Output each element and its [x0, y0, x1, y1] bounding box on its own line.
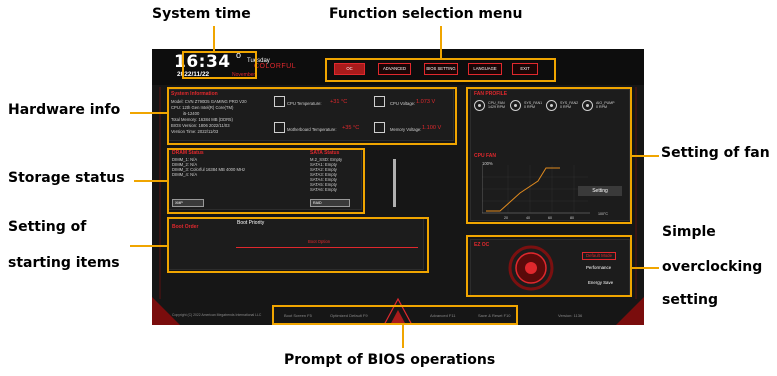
callout-system-time: System time — [152, 6, 251, 22]
callout-setting-starting-items-2: starting items — [8, 255, 120, 271]
footer-version: Version: 1136 — [558, 313, 583, 318]
highlight-hardware-info — [167, 87, 457, 145]
connector-oc — [632, 267, 659, 269]
connector-function-menu — [440, 26, 442, 58]
brand-logo: COLORFUL — [254, 63, 297, 70]
footer-copyright: Copyright (C) 2022 American Megatrends I… — [172, 313, 262, 317]
connector-system-time — [213, 26, 215, 51]
highlight-bios-prompt — [272, 305, 518, 325]
callout-hardware-info: Hardware info — [8, 102, 121, 118]
callout-setting-of-fan: Setting of fan — [661, 145, 770, 161]
callout-simple-oc-2: overclocking — [662, 259, 763, 275]
scrollbar[interactable] — [393, 159, 396, 207]
connector-fan — [632, 155, 659, 157]
highlight-system-time — [182, 51, 257, 79]
callout-simple-oc-3: setting — [662, 292, 718, 308]
callout-simple-oc-1: Simple — [662, 224, 716, 240]
callout-function-menu: Function selection menu — [329, 6, 523, 22]
callout-setting-starting-items-1: Setting of — [8, 219, 87, 235]
highlight-storage-status — [167, 148, 365, 214]
connector-starting-items — [130, 245, 167, 247]
callout-bios-prompt: Prompt of BIOS operations — [284, 352, 496, 368]
highlight-starting-items — [167, 217, 429, 273]
highlight-function-menu — [325, 58, 556, 82]
connector-bios-prompt — [402, 325, 404, 348]
connector-storage-status — [134, 180, 167, 182]
highlight-fan — [466, 87, 632, 224]
callout-storage-status: Storage status — [8, 170, 125, 186]
highlight-oc — [466, 235, 632, 297]
connector-hardware-info — [130, 112, 167, 114]
